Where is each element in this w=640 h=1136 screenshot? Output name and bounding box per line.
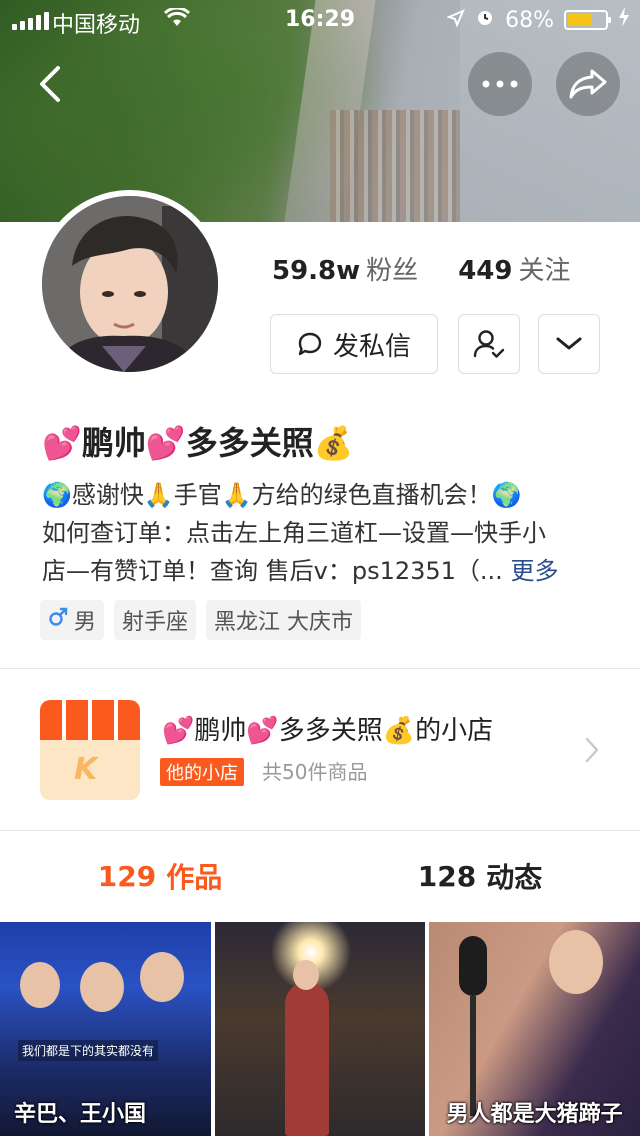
- bio-line: 店—有赞订单！查询 售后v：ps12351（...: [42, 557, 503, 585]
- tab-moments-label: 动态: [486, 861, 543, 894]
- expand-dropdown-button[interactable]: [538, 314, 600, 374]
- bio-line: 🌍感谢快🙏手官🙏方给的绿色直播机会！🌍: [42, 481, 522, 509]
- shop-badge: 他的小店: [160, 758, 244, 786]
- follow-user-button[interactable]: [458, 314, 520, 374]
- bio-line: 如何查订单：点击左上角三道杠—设置—快手小: [42, 519, 546, 547]
- profile-name: 💕鹏帅💕多多关照💰: [42, 424, 354, 462]
- chevron-down-icon: [556, 337, 582, 350]
- following-label: 关注: [518, 256, 571, 286]
- divider: [0, 830, 640, 831]
- back-arrow-icon: [40, 66, 60, 102]
- zodiac-label: 射手座: [122, 610, 189, 635]
- location-tag: 黑龙江 大庆市: [206, 600, 362, 640]
- shop-entry[interactable]: K 💕鹏帅💕多多关照💰的小店 他的小店 共50件商品: [0, 672, 640, 830]
- bio-more-link[interactable]: 更多: [510, 557, 558, 585]
- user-check-icon: [473, 330, 505, 358]
- location-label: 黑龙江 大庆市: [214, 610, 354, 635]
- share-arrow-icon: [569, 69, 607, 99]
- shop-title: 💕鹏帅💕多多关照💰的小店: [162, 716, 494, 746]
- shop-product-count: 共50件商品: [262, 760, 368, 784]
- followers-stat[interactable]: 59.8w 粉丝: [272, 250, 418, 287]
- tab-works-label: 作品: [166, 861, 223, 894]
- profile-tags: 男 射手座 黑龙江 大庆市: [40, 600, 362, 640]
- tab-works[interactable]: 129 作品: [0, 832, 320, 920]
- followers-label: 粉丝: [366, 256, 419, 286]
- ellipsis-icon: [482, 80, 518, 88]
- microphone-icon: [451, 936, 495, 1120]
- tab-moments[interactable]: 128 动态: [320, 832, 640, 920]
- share-button[interactable]: [556, 52, 620, 116]
- works-grid: 我们都是下的其实都没有 辛巴、王小国 男人都是大猪蹄子: [0, 922, 640, 1136]
- video-thumbnail[interactable]: 我们都是下的其实都没有 辛巴、王小国: [0, 922, 211, 1136]
- thumbnail-caption: 辛巴、王小国: [14, 1102, 147, 1127]
- status-bar: 中国移动 16:29 68%: [0, 0, 640, 40]
- tab-moments-count: 128: [417, 859, 477, 893]
- video-thumbnail[interactable]: [214, 922, 426, 1136]
- video-thumbnail[interactable]: 男人都是大猪蹄子: [429, 922, 640, 1136]
- profile-bio: 🌍感谢快🙏手官🙏方给的绿色直播机会！🌍 如何查订单：点击左上角三道杠—设置—快手…: [42, 476, 600, 590]
- following-count: 449: [458, 256, 513, 286]
- alarm-icon: [475, 7, 495, 33]
- divider: [0, 668, 640, 669]
- chat-bubble-icon: [298, 332, 322, 356]
- tab-works-count: 129: [97, 859, 157, 893]
- battery-percent: 68%: [505, 7, 554, 33]
- male-icon: [48, 607, 68, 633]
- chevron-right-icon: [584, 736, 600, 768]
- thumbnail-caption: 男人都是大猪蹄子: [446, 1102, 623, 1127]
- location-icon: [446, 8, 465, 33]
- content-tabs: 129 作品 128 动态: [0, 832, 640, 920]
- shop-logo-icon: K: [40, 700, 140, 800]
- charging-icon: [618, 7, 630, 33]
- zodiac-tag: 射手座: [114, 600, 197, 640]
- back-button[interactable]: [22, 56, 78, 112]
- thumbnail-subtitle: 我们都是下的其实都没有: [18, 1040, 159, 1061]
- gender-label: 男: [74, 610, 97, 635]
- profile-stats: 59.8w 粉丝 449 关注: [272, 250, 570, 287]
- gender-tag: 男: [40, 600, 105, 640]
- send-message-label: 发私信: [332, 331, 411, 362]
- followers-count: 59.8w: [272, 256, 361, 286]
- send-message-button[interactable]: 发私信: [270, 314, 438, 374]
- avatar[interactable]: [36, 190, 224, 378]
- following-stat[interactable]: 449 关注: [458, 250, 570, 287]
- battery-icon: [564, 10, 611, 30]
- more-options-button[interactable]: [468, 52, 532, 116]
